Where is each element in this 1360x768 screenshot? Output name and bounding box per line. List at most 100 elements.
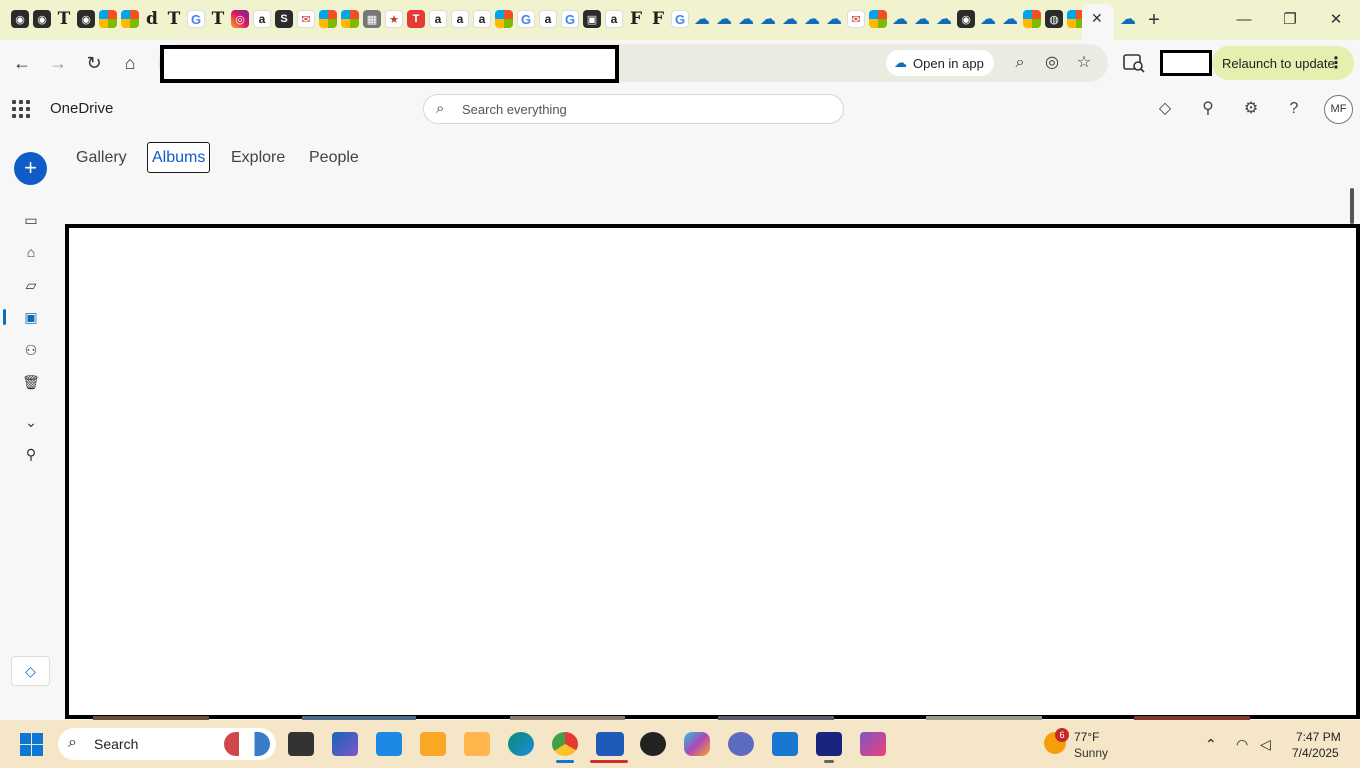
tab-favicon-icon[interactable]: ☁	[891, 10, 909, 28]
tab-people[interactable]: People	[305, 148, 363, 174]
shared-people-icon[interactable]: ⚇	[20, 339, 42, 361]
tab-favicon-icon[interactable]: d	[143, 10, 161, 28]
premium-diamond-icon[interactable]: ◇	[1154, 98, 1176, 120]
clock-app-icon[interactable]	[640, 732, 666, 756]
tab-favicon-icon[interactable]: ◉	[77, 10, 95, 28]
avatar[interactable]: MF	[1324, 95, 1353, 124]
tracking-protection-icon[interactable]: ◎	[1041, 52, 1063, 74]
account-icon[interactable]: ⚲	[20, 443, 42, 465]
tab-favicon-icon[interactable]: S	[275, 10, 293, 28]
tab-favicon-icon[interactable]: ☁	[913, 10, 931, 28]
tab-favicon-icon[interactable]: ☁	[759, 10, 777, 28]
maximize-button[interactable]: ❐	[1268, 8, 1312, 32]
menu-dots-icon[interactable]: ⋮	[1328, 53, 1344, 73]
home-rail-icon[interactable]: ⌂	[20, 241, 42, 263]
weather-condition[interactable]: Sunny	[1074, 746, 1108, 760]
open-in-app-button[interactable]: ☁ Open in app	[886, 50, 994, 76]
word-icon[interactable]	[596, 732, 624, 756]
app-launcher-icon[interactable]	[12, 100, 30, 118]
tab-favicon-icon[interactable]: T	[165, 10, 183, 28]
recycle-bin-icon[interactable]: 🗑	[20, 371, 42, 393]
tab-favicon-icon[interactable]: ☁	[1001, 10, 1019, 28]
tab-favicon-icon[interactable]: ◍	[1045, 10, 1063, 28]
tab-favicon-icon[interactable]: ☁	[935, 10, 953, 28]
back-icon[interactable]: ←	[9, 50, 35, 76]
amazon-music-icon[interactable]	[816, 732, 842, 756]
tab-favicon-icon[interactable]: ▦	[363, 10, 381, 28]
folder-icon[interactable]: ▱	[20, 274, 42, 296]
chevron-up-icon[interactable]: ⌃	[1205, 736, 1217, 753]
tab-favicon-icon[interactable]: ◎	[231, 10, 249, 28]
tab-favicon-icon[interactable]: ✉	[297, 10, 315, 28]
task-view-icon[interactable]	[288, 732, 314, 756]
scrollbar-thumb[interactable]	[1350, 188, 1354, 224]
active-tab[interactable]: ✕	[1082, 4, 1114, 40]
tab-favicon-icon[interactable]: T	[407, 10, 425, 28]
reload-icon[interactable]: ↻	[81, 50, 107, 76]
tab-favicon-icon[interactable]: F	[627, 10, 645, 28]
tab-favicon-icon[interactable]: a	[473, 10, 491, 28]
tab-favicon-icon[interactable]: G	[187, 10, 205, 28]
forward-icon[interactable]: →	[45, 50, 71, 76]
tab-favicon-icon[interactable]: ☁	[979, 10, 997, 28]
tab-albums[interactable]: Albums	[147, 142, 211, 173]
wifi-icon[interactable]: ◠	[1236, 736, 1248, 753]
tab-favicon-icon[interactable]	[1023, 10, 1041, 28]
volume-icon[interactable]: ◁	[1260, 736, 1271, 753]
settings-gear-icon[interactable]	[728, 732, 754, 756]
snipping-tool-icon[interactable]	[332, 732, 358, 756]
tab-favicon-icon[interactable]	[121, 10, 139, 28]
help-icon[interactable]: ?	[1283, 98, 1305, 120]
tab-gallery[interactable]: Gallery	[72, 148, 131, 174]
tab-favicon-icon[interactable]: ☁	[803, 10, 821, 28]
weather-temp[interactable]: 77°F	[1074, 730, 1099, 744]
tab-favicon-icon[interactable]: ☁	[715, 10, 733, 28]
tab-favicon-icon[interactable]: a	[253, 10, 271, 28]
clipchamp-icon[interactable]	[860, 732, 886, 756]
tab-favicon-icon[interactable]: F	[649, 10, 667, 28]
clock-time[interactable]: 7:47 PM	[1296, 730, 1341, 744]
tab-favicon-icon[interactable]: a	[451, 10, 469, 28]
media-player-icon[interactable]	[464, 732, 490, 756]
tab-favicon-icon[interactable]: a	[539, 10, 557, 28]
tab-favicon-icon[interactable]	[495, 10, 513, 28]
desktop-icon[interactable]	[376, 732, 402, 756]
new-tab-button[interactable]: +	[1132, 8, 1176, 32]
tab-favicon-icon[interactable]: G	[561, 10, 579, 28]
tab-favicon-icon[interactable]	[869, 10, 887, 28]
profile-button-redacted[interactable]	[1160, 50, 1212, 76]
close-window-button[interactable]: ✕	[1314, 8, 1358, 32]
premium-diamond-rail-icon[interactable]: ◇	[11, 656, 50, 686]
my-files-icon[interactable]: ▭	[20, 209, 42, 231]
tab-favicon-icon[interactable]: ☁	[737, 10, 755, 28]
create-new-button[interactable]: +	[14, 152, 47, 185]
tab-favicon-icon[interactable]: ▣	[583, 10, 601, 28]
tab-favicon-icon[interactable]: a	[429, 10, 447, 28]
share-feedback-icon[interactable]: ⚲	[1197, 98, 1219, 120]
home-icon[interactable]: ⌂	[117, 50, 143, 76]
clock-date[interactable]: 7/4/2025	[1292, 746, 1339, 760]
tab-favicon-icon[interactable]: T	[209, 10, 227, 28]
tab-favicon-icon[interactable]	[341, 10, 359, 28]
taskbar-search[interactable]: ⌕ Search	[58, 728, 276, 760]
tab-favicon-icon[interactable]: ◉	[11, 10, 29, 28]
app-title[interactable]: OneDrive	[50, 100, 113, 117]
settings-gear-icon[interactable]: ⚙	[1240, 98, 1262, 120]
store-icon[interactable]	[772, 732, 798, 756]
start-windows-icon[interactable]	[20, 733, 43, 756]
tab-favicon-icon[interactable]: ☁	[781, 10, 799, 28]
minimize-button[interactable]: —	[1222, 8, 1266, 32]
copilot-icon[interactable]	[684, 732, 710, 756]
chevron-down-icon[interactable]: ⌄	[20, 411, 42, 433]
tab-favicon-icon[interactable]: G	[671, 10, 689, 28]
tab-favicon-icon[interactable]: ☁	[825, 10, 843, 28]
tab-favicon-icon[interactable]: T	[55, 10, 73, 28]
tab-favicon-icon[interactable]	[319, 10, 337, 28]
relaunch-to-update-button[interactable]: Relaunch to update ⋮	[1212, 46, 1354, 80]
tab-favicon-icon[interactable]: ★	[385, 10, 403, 28]
address-bar-redacted[interactable]	[160, 45, 619, 83]
tab-explore[interactable]: Explore	[227, 148, 289, 174]
bookmark-star-icon[interactable]: ☆	[1073, 52, 1095, 74]
tab-favicon-icon[interactable]: ◉	[33, 10, 51, 28]
edge-icon[interactable]	[508, 732, 534, 756]
